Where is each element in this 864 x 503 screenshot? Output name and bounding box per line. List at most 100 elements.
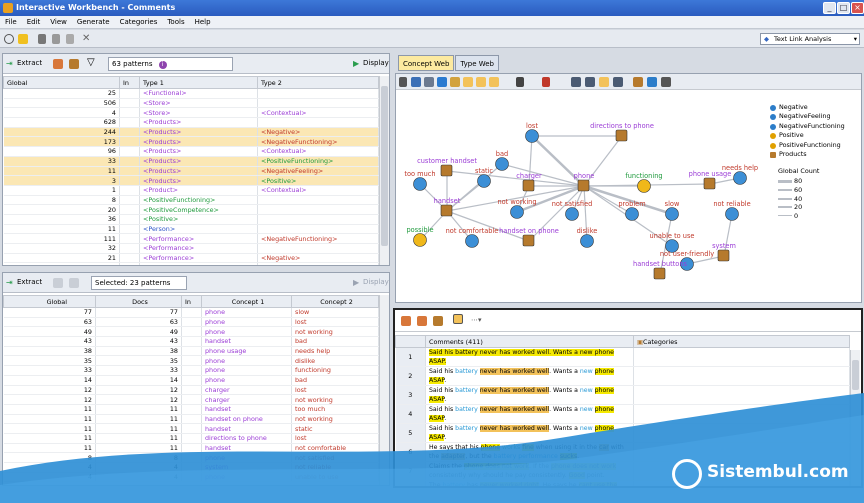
comment-row[interactable]: 4 Said his battery never has worked well.… xyxy=(395,404,850,424)
table-row[interactable]: 11 <Products> <NegativeFeeling> xyxy=(3,166,379,177)
negative-node-icon[interactable] xyxy=(413,177,427,191)
table-row[interactable]: 21 <Performance> <Negative> xyxy=(3,253,379,264)
comment-row[interactable]: 1 Said his battery never has worked well.… xyxy=(395,347,850,367)
positive-node-icon[interactable] xyxy=(413,233,427,247)
grid-layout-icon[interactable] xyxy=(463,77,473,87)
edit-icon[interactable] xyxy=(453,314,463,324)
col-in[interactable]: In xyxy=(119,76,140,89)
extract-button[interactable]: Extract xyxy=(17,278,42,286)
type-filter-icon[interactable] xyxy=(647,77,657,87)
table-row[interactable]: 20 <PositiveCompetence> xyxy=(3,204,379,215)
menu-view[interactable]: View xyxy=(45,16,72,29)
col-type2[interactable]: Type 2 xyxy=(257,76,379,89)
highlight-icon[interactable] xyxy=(18,34,28,44)
layout-icon[interactable] xyxy=(424,77,434,87)
directed-layout-icon[interactable] xyxy=(476,77,486,87)
table-row[interactable]: 11 11 handset on phone not working xyxy=(3,414,379,425)
table-row[interactable]: 14 14 phone bad xyxy=(3,375,379,386)
col-categories[interactable]: ▣Categories xyxy=(633,335,850,348)
table-row[interactable]: 96 <Products> <Contextual> xyxy=(3,146,379,157)
tab-concept-web[interactable]: Concept Web xyxy=(398,55,455,71)
negative-node-icon[interactable] xyxy=(510,205,524,219)
pan-icon[interactable] xyxy=(613,77,623,87)
display-button[interactable]: Display xyxy=(363,59,389,67)
table-row[interactable]: 77 77 phone slow xyxy=(3,307,379,318)
menu-categories[interactable]: Categories xyxy=(115,16,163,29)
filter-icon[interactable]: ▽ xyxy=(87,57,95,68)
product-node-icon[interactable] xyxy=(577,179,590,192)
table-row[interactable]: 36 <Positive> xyxy=(3,214,379,225)
table-row[interactable]: 3 <Products> <Positive> xyxy=(3,175,379,186)
delete-icon[interactable]: ✕ xyxy=(82,34,92,44)
category-add-icon[interactable] xyxy=(401,316,411,326)
extract-button[interactable]: Extract xyxy=(17,59,42,67)
table-row[interactable]: 32 <Performance> xyxy=(3,243,379,254)
concept-icon[interactable] xyxy=(633,77,643,87)
product-node-icon[interactable] xyxy=(522,179,535,192)
zoom-in-icon[interactable] xyxy=(571,77,581,87)
menu-help[interactable]: Help xyxy=(190,16,216,29)
table-row[interactable]: 1 <Product> <Contextual> xyxy=(3,185,379,196)
negative-node-icon[interactable] xyxy=(665,207,679,221)
negative-node-icon[interactable] xyxy=(477,174,491,188)
table-row[interactable]: 244 <Products> <Negative> xyxy=(3,127,379,138)
negative-node-icon[interactable] xyxy=(465,234,479,248)
col-comments[interactable]: Comments (411) xyxy=(425,335,634,348)
refresh-icon[interactable] xyxy=(4,34,14,44)
comment-row[interactable]: 3 Said his battery never has worked well.… xyxy=(395,385,850,405)
col-global[interactable]: Global xyxy=(3,76,120,89)
table-row[interactable]: 11 <Person> xyxy=(3,224,379,235)
table-row[interactable]: 25 <Functional> xyxy=(3,88,379,99)
pen-icon[interactable] xyxy=(399,77,407,87)
table-row[interactable]: 11 11 handset too much xyxy=(3,404,379,415)
table-row[interactable]: 43 43 handset bad xyxy=(3,336,379,347)
link-icon[interactable] xyxy=(489,77,499,87)
product-node-icon[interactable] xyxy=(440,204,453,217)
scissors-icon[interactable] xyxy=(542,77,550,87)
comment-row[interactable]: 2 Said his battery never has worked well.… xyxy=(395,366,850,386)
minimize-button[interactable]: _ xyxy=(823,2,836,14)
menu-file[interactable]: File xyxy=(0,16,22,29)
table-row[interactable]: 506 <Store> xyxy=(3,98,379,109)
col-global[interactable]: Global xyxy=(3,295,96,308)
scroll-thumb[interactable] xyxy=(381,86,388,246)
table-row[interactable]: 4 4 phone unable to use xyxy=(3,472,379,483)
type-icon[interactable] xyxy=(69,59,79,69)
table-row[interactable]: 4 <Performance><Positive> xyxy=(3,262,379,265)
table-row[interactable]: 12 12 charger lost xyxy=(3,385,379,396)
display-button[interactable]: Display xyxy=(363,278,389,286)
table-row[interactable]: 8 <PositiveFunctioning> xyxy=(3,195,379,206)
stop-icon[interactable] xyxy=(516,77,524,87)
table-row[interactable]: 8 8 phone not satisfied xyxy=(3,452,379,463)
table-row[interactable]: 35 35 phone dislike xyxy=(3,355,379,367)
negative-node-icon[interactable] xyxy=(565,207,579,221)
maximize-button[interactable]: □ xyxy=(837,2,850,14)
paste-icon[interactable] xyxy=(66,34,74,44)
negative-node-icon[interactable] xyxy=(525,129,539,143)
col-docs[interactable]: Docs xyxy=(95,295,182,308)
table-row[interactable]: 4 <Store> <Contextual> xyxy=(3,107,379,119)
circle-layout-icon[interactable] xyxy=(437,77,447,87)
comments-scrollbar[interactable] xyxy=(850,350,860,486)
pattern-scrollbar[interactable] xyxy=(379,76,389,265)
table-row[interactable]: 111 <Performance> <NegativeFunctioning> xyxy=(3,233,379,244)
col-in[interactable]: In xyxy=(181,295,202,308)
negative-node-icon[interactable] xyxy=(733,171,747,185)
comment-row[interactable]: 6 He says that his phone works fine when … xyxy=(395,442,850,462)
close-button[interactable]: × xyxy=(851,2,864,14)
table-row[interactable]: 38 38 phone usage needs help xyxy=(3,346,379,357)
negative-node-icon[interactable] xyxy=(495,157,509,171)
settings-icon[interactable] xyxy=(661,77,671,87)
view-mode-select[interactable]: ◆ Text Link Analysis ▾ xyxy=(760,33,860,45)
col-concept1[interactable]: Concept 1 xyxy=(201,295,292,308)
negative-node-icon[interactable] xyxy=(625,207,639,221)
table-row[interactable]: 49 49 phone not working xyxy=(3,326,379,338)
zoom-out-icon[interactable] xyxy=(585,77,595,87)
table-row[interactable]: 173 <Products> <NegativeFunctioning> xyxy=(3,136,379,148)
product-node-icon[interactable] xyxy=(653,267,666,280)
category-remove-icon[interactable] xyxy=(417,316,427,326)
negative-node-icon[interactable] xyxy=(580,234,594,248)
positive-node-icon[interactable] xyxy=(637,179,651,193)
table-row[interactable]: 33 33 phone functioning xyxy=(3,365,379,376)
menu-edit[interactable]: Edit xyxy=(22,16,46,29)
